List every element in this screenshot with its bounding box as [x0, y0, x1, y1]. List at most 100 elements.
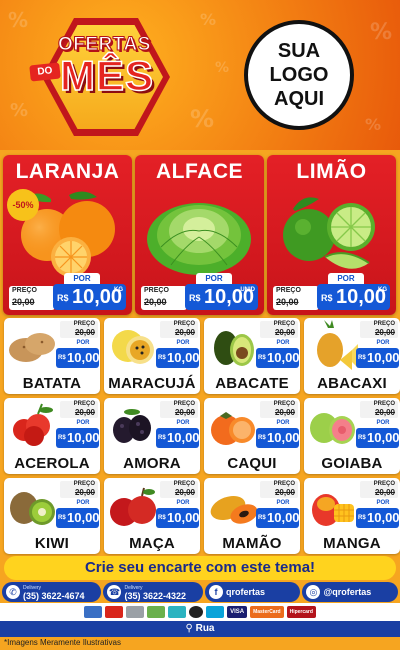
brand-mes: MÊS: [59, 51, 155, 100]
currency: R$: [58, 355, 66, 361]
currency: R$: [189, 293, 201, 303]
hipercard-icon: Hipercard: [286, 606, 316, 618]
por-label: POR: [176, 420, 190, 426]
contact-facebook[interactable]: f qrofertas: [204, 582, 301, 602]
discount-badge: -50%: [7, 189, 39, 221]
por-label: POR: [376, 340, 390, 346]
pineapple-icon: [317, 320, 358, 370]
product-card-blackberry[interactable]: PREÇO 20,00 POR R$ 10,00 AMORA: [104, 398, 200, 474]
old-price-box: PREÇO 20,00: [60, 401, 98, 418]
featured-card-limao[interactable]: LIMÃO POR PREÇO 20,00 R$ 10,00 KG: [267, 155, 396, 315]
por-label: POR: [376, 500, 390, 506]
product-card-potato[interactable]: PREÇO 20,00 POR R$ 10,00 BATATA: [4, 318, 100, 394]
product-card-pineapple[interactable]: PREÇO 20,00 POR R$ 10,00 ABACAXI: [304, 318, 400, 394]
cta-banner[interactable]: Crie seu encarte com este tema!: [4, 556, 396, 580]
product-card-persimmon[interactable]: PREÇO 20,00 POR R$ 10,00 CAQUI: [204, 398, 300, 474]
preco-label: PREÇO: [373, 401, 395, 407]
product-card-kiwi[interactable]: PREÇO 20,00 POR R$ 10,00 KIWI: [4, 478, 100, 554]
contact-phone[interactable]: ☎ Delivery (35) 3622-4322: [103, 582, 203, 602]
apple-icon: [110, 487, 156, 526]
por-label: POR: [276, 340, 290, 346]
old-price-box: PREÇO 20,00: [160, 481, 198, 498]
product-name: GOIABA: [321, 455, 383, 472]
old-price-box: PREÇO 20,00: [160, 321, 198, 338]
currency: R$: [258, 515, 266, 521]
preco-label: PREÇO: [173, 481, 195, 487]
phone-icon: ☎: [107, 585, 122, 599]
card-icon: [168, 606, 187, 618]
currency: R$: [258, 435, 266, 441]
por-label: POR: [176, 500, 190, 506]
passion-fruit-icon: [112, 330, 154, 364]
card-icon: [126, 606, 145, 618]
card-icon: [206, 606, 225, 618]
product-name: MAMÃO: [222, 535, 282, 552]
price-tag: R$ 10,00: [356, 508, 400, 528]
guava-icon: [310, 413, 355, 444]
price-tag: R$ 10,00: [156, 508, 200, 528]
contact-instagram[interactable]: ◎ @qrofertas: [302, 582, 398, 602]
price-block: POR PREÇO 20,00 R$ 10,00 KG: [9, 273, 126, 311]
contact-whatsapp[interactable]: ✆ Delivery (35) 3622-4674: [2, 582, 102, 602]
featured-card-alface[interactable]: ALFACE POR PREÇO 20,00 R$ 10,00 UNID: [135, 155, 264, 315]
product-name: CAQUI: [227, 455, 277, 472]
product-card-passion-fruit[interactable]: PREÇO 20,00 POR R$ 10,00 MARACUJÁ: [104, 318, 200, 394]
por-label: POR: [376, 420, 390, 426]
currency: R$: [258, 355, 266, 361]
product-card-apple[interactable]: PREÇO 20,00 POR R$ 10,00 MAÇA: [104, 478, 200, 554]
price-tag: R$ 10,00: [256, 428, 300, 448]
product-name: ACEROLA: [14, 455, 90, 472]
old-price: 20,00: [12, 297, 35, 307]
price-value: 10,00: [367, 510, 400, 525]
old-price-box: PREÇO 20,00: [260, 321, 298, 338]
persimmon-icon: [211, 412, 255, 445]
price-value: 10,00: [267, 350, 300, 365]
por-label: POR: [76, 500, 90, 506]
mastercard-icon: MasterCard: [250, 606, 284, 618]
price-tag: R$ 10,00: [156, 428, 200, 448]
price-tag: R$ 10,00 UNID: [185, 284, 258, 310]
old-price: 20,00: [174, 408, 195, 417]
old-price-box: PREÇO 20,00: [9, 286, 55, 310]
visa-icon: VISA: [227, 606, 248, 618]
contact-value: @qrofertas: [323, 587, 372, 597]
product-card-acerola[interactable]: PREÇO 20,00 POR R$ 10,00 ACEROLA: [4, 398, 100, 474]
currency: R$: [358, 355, 366, 361]
old-price-box: PREÇO 20,00: [360, 401, 398, 418]
product-name: ABACAXI: [317, 375, 387, 392]
product-card-mango[interactable]: PREÇO 20,00 POR R$ 10,00 MANGA: [304, 478, 400, 554]
featured-card-laranja[interactable]: LARANJA -50% POR PREÇO 20,00 R$ 10,00 KG: [3, 155, 132, 315]
old-price-box: PREÇO 20,00: [60, 321, 98, 338]
avocado-icon: [214, 331, 254, 366]
price-value: 10,00: [267, 430, 300, 445]
price-value: 10,00: [367, 350, 400, 365]
kiwi-icon: [10, 492, 55, 525]
product-card-avocado[interactable]: PREÇO 20,00 POR R$ 10,00 ABACATE: [204, 318, 300, 394]
product-name: KIWI: [34, 535, 70, 552]
address-bar: ⚲ Rua: [0, 621, 400, 637]
currency: R$: [158, 355, 166, 361]
product-name: ABACATE: [215, 375, 289, 392]
por-label: POR: [76, 420, 90, 426]
old-price: 20,00: [276, 297, 299, 307]
por-label: POR: [196, 273, 232, 284]
old-price-box: PREÇO 20,00: [273, 286, 319, 310]
price-value: 10,00: [167, 430, 200, 445]
por-label: POR: [276, 420, 290, 426]
card-icon: [84, 606, 103, 618]
preco-label: PREÇO: [373, 321, 395, 327]
facebook-icon: f: [208, 585, 223, 599]
price-tag: R$ 10,00: [356, 348, 400, 368]
product-card-papaya[interactable]: PREÇO 20,00 POR R$ 10,00 MAMÃO: [204, 478, 300, 554]
price-tag: R$ 10,00: [256, 508, 300, 528]
product-card-guava[interactable]: PREÇO 20,00 POR R$ 10,00 GOIABA: [304, 398, 400, 474]
old-price-box: PREÇO 20,00: [360, 321, 398, 338]
header-banner: % % % % % % % OFERTAS DO MÊS SUA LOGO AQ…: [0, 0, 400, 150]
contact-bar: ✆ Delivery (35) 3622-4674 ☎ Delivery (35…: [0, 582, 400, 602]
currency: R$: [58, 435, 66, 441]
blackberry-icon: [113, 409, 151, 443]
old-price: 20,00: [74, 328, 95, 337]
old-price-box: PREÇO 20,00: [60, 481, 98, 498]
product-name: BATATA: [22, 375, 82, 392]
disclaimer: *Imagens Meramente Ilustrativas: [4, 638, 121, 647]
